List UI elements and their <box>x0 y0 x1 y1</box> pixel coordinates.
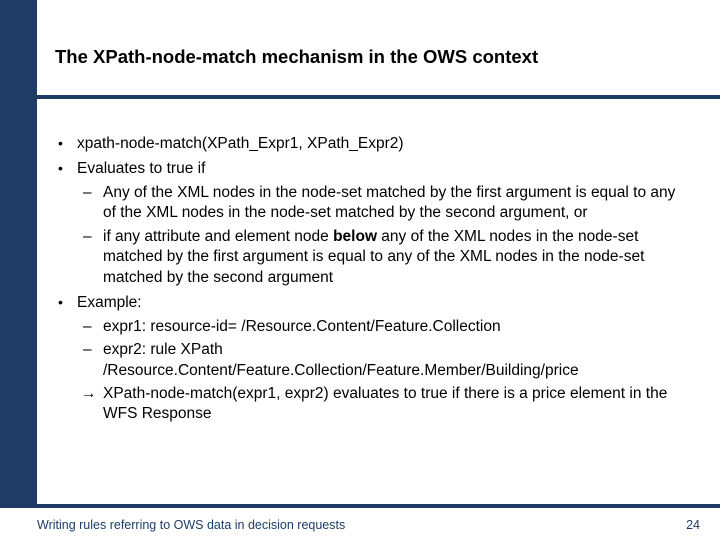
bullet-2-sub-2: if any attribute and element node below … <box>77 227 680 288</box>
bullet-2-text: Evaluates to true if <box>77 160 205 177</box>
bullet-2-sub-2-bold: below <box>333 228 377 245</box>
bullet-3-sub-3: XPath-node-match(expr1, expr2) evaluates… <box>77 384 680 425</box>
bullet-2-sub-1: Any of the XML nodes in the node-set mat… <box>77 183 680 224</box>
footer-divider <box>0 504 720 508</box>
bullet-3-text: Example: <box>77 294 142 311</box>
slide-footer: Writing rules referring to OWS data in d… <box>37 518 700 532</box>
bullet-2-sub-1-text: Any of the XML nodes in the node-set mat… <box>103 184 675 221</box>
bullet-3-sub-1: expr1: resource-id= /Resource.Content/Fe… <box>77 317 680 337</box>
left-accent-top <box>0 0 37 99</box>
bullet-2-sub-2-pre: if any attribute and element node <box>103 228 333 245</box>
footer-text: Writing rules referring to OWS data in d… <box>37 518 345 532</box>
bullet-3: Example: expr1: resource-id= /Resource.C… <box>55 293 680 425</box>
bullet-3-sub-1-text: expr1: resource-id= /Resource.Content/Fe… <box>103 318 501 335</box>
bullet-1-text: xpath-node-match(XPath_Expr1, XPath_Expr… <box>77 135 404 152</box>
slide-title: The XPath-node-match mechanism in the OW… <box>55 46 685 68</box>
bullet-3-sub-2-text: expr2: rule XPath /Resource.Content/Feat… <box>103 341 579 378</box>
bullet-1: xpath-node-match(XPath_Expr1, XPath_Expr… <box>55 134 680 154</box>
title-underline <box>0 95 720 99</box>
slide: The XPath-node-match mechanism in the OW… <box>0 0 720 540</box>
slide-body: xpath-node-match(XPath_Expr1, XPath_Expr… <box>55 134 680 430</box>
bullet-3-sub-3-text: XPath-node-match(expr1, expr2) evaluates… <box>103 385 667 422</box>
page-number: 24 <box>686 518 700 532</box>
bullet-2: Evaluates to true if Any of the XML node… <box>55 159 680 288</box>
left-accent-bottom <box>0 99 37 505</box>
bullet-3-sub-2: expr2: rule XPath /Resource.Content/Feat… <box>77 340 680 381</box>
